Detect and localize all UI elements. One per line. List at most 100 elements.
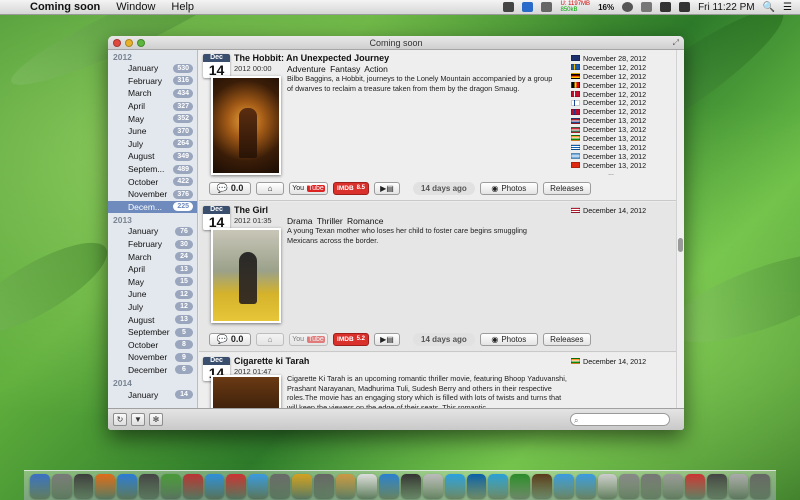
- releases-button[interactable]: Releases: [542, 181, 591, 195]
- trailer-button[interactable]: ▶▤: [374, 332, 400, 346]
- dock-app-icon[interactable]: [466, 474, 487, 498]
- sidebar-month-item[interactable]: April 327: [108, 100, 197, 113]
- dock-app-icon[interactable]: [641, 474, 662, 498]
- rating-button[interactable]: 💬 0.0: [209, 181, 251, 195]
- dock-app-icon[interactable]: [139, 474, 159, 498]
- movie-title[interactable]: Cigarette ki Tarah: [234, 356, 309, 366]
- releases-button[interactable]: Releases: [542, 332, 591, 346]
- dock-app-icon[interactable]: [553, 474, 574, 498]
- dock-app-icon[interactable]: [160, 474, 181, 498]
- movie-poster[interactable]: [211, 76, 281, 175]
- sidebar-month-item[interactable]: January 530: [108, 62, 197, 75]
- dock-app-icon[interactable]: [95, 474, 116, 498]
- dock-app-icon[interactable]: [226, 474, 247, 498]
- trailer-button[interactable]: ▶▤: [374, 181, 400, 195]
- imdb-button[interactable]: IMDB 8.5: [333, 181, 369, 195]
- evernote-tray-icon[interactable]: [503, 2, 515, 12]
- dock-app-icon[interactable]: [379, 474, 400, 498]
- dock-app-icon[interactable]: [248, 474, 269, 498]
- sidebar-month-item[interactable]: January 76: [108, 225, 197, 238]
- sidebar-month-item[interactable]: July 12: [108, 301, 197, 314]
- imdb-button[interactable]: IMDB 5.2: [333, 332, 369, 346]
- dock-app-icon[interactable]: [30, 474, 50, 498]
- movie-row[interactable]: Dec 14 The Girl 2012 01:35 Drama Thrille…: [199, 202, 676, 352]
- spotlight-icon[interactable]: 🔍: [763, 2, 775, 13]
- sidebar-month-item[interactable]: October 8: [108, 338, 197, 351]
- dock-app-icon[interactable]: [182, 474, 203, 498]
- sidebar-month-item[interactable]: Decem... 225: [108, 200, 197, 214]
- sidebar-month-item[interactable]: October 422: [108, 175, 197, 188]
- sidebar-month-item[interactable]: March 434: [108, 87, 197, 100]
- dock-app-icon[interactable]: [597, 474, 618, 498]
- rating-button[interactable]: 💬 0.0: [209, 332, 251, 346]
- photos-button[interactable]: ◉ Photos: [479, 181, 538, 195]
- sidebar-month-item[interactable]: April 13: [108, 263, 197, 276]
- dock-app-icon[interactable]: [73, 474, 94, 498]
- search-field[interactable]: ⌕: [570, 413, 670, 426]
- dock-app-icon[interactable]: [728, 474, 749, 498]
- dock-app-icon[interactable]: [51, 474, 72, 498]
- dropbox-tray-icon[interactable]: [522, 2, 534, 12]
- dock-app-icon[interactable]: [750, 474, 771, 498]
- menu-window[interactable]: Window: [108, 1, 163, 13]
- bluetooth-icon[interactable]: [641, 2, 653, 12]
- sidebar-month-item[interactable]: June 370: [108, 125, 197, 138]
- dock-app-icon[interactable]: [575, 474, 596, 498]
- chat-tray-icon[interactable]: [541, 2, 553, 12]
- movie-title[interactable]: The Girl: [234, 205, 268, 215]
- dock-app-icon[interactable]: [401, 474, 421, 498]
- dock-app-icon[interactable]: [291, 474, 312, 498]
- sidebar-month-item[interactable]: November 376: [108, 188, 197, 201]
- time-machine-icon[interactable]: [622, 2, 634, 12]
- photos-button[interactable]: ◉ Photos: [479, 332, 538, 346]
- movie-row[interactable]: Dec 14 The Hobbit: An Unexpected Journey…: [199, 50, 676, 201]
- wifi-icon[interactable]: [660, 2, 672, 12]
- sidebar-month-item[interactable]: Septem... 489: [108, 163, 197, 176]
- dock-app-icon[interactable]: [510, 474, 531, 498]
- home-button[interactable]: ⌂: [256, 332, 284, 346]
- fullscreen-icon[interactable]: ⤢: [673, 38, 679, 48]
- home-button[interactable]: ⌂: [256, 181, 284, 195]
- sidebar-month-item[interactable]: August 349: [108, 150, 197, 163]
- sidebar-month-item[interactable]: June 12: [108, 288, 197, 301]
- sidebar-month-item[interactable]: May 352: [108, 112, 197, 125]
- youtube-button[interactable]: You Tube: [289, 332, 328, 346]
- dock-app-icon[interactable]: [488, 474, 509, 498]
- dock-app-icon[interactable]: [204, 474, 225, 498]
- dock-app-icon[interactable]: [619, 474, 640, 498]
- movie-row[interactable]: Dec 14 Cigarette ki Tarah 2012 01:47 Cig…: [199, 353, 676, 408]
- sidebar-month-item[interactable]: December 6: [108, 364, 197, 377]
- sidebar-month-item[interactable]: January 14: [108, 388, 197, 401]
- scroll-thumb[interactable]: [678, 238, 683, 252]
- dock-app-icon[interactable]: [706, 474, 727, 498]
- sidebar-month-item[interactable]: July 264: [108, 138, 197, 151]
- app-menu[interactable]: Coming soon: [22, 1, 108, 13]
- movie-poster[interactable]: [211, 228, 281, 323]
- movie-poster[interactable]: [211, 375, 281, 408]
- sidebar-month-item[interactable]: February 316: [108, 75, 197, 88]
- sidebar-month-item[interactable]: March 24: [108, 250, 197, 263]
- window-titlebar[interactable]: Coming soon ⤢: [108, 36, 684, 50]
- menu-help[interactable]: Help: [163, 1, 202, 13]
- sidebar-month-item[interactable]: November 9: [108, 351, 197, 364]
- refresh-button[interactable]: ↻: [113, 413, 127, 426]
- dock-app-icon[interactable]: [117, 474, 138, 498]
- battery-percent[interactable]: 16%: [598, 3, 614, 12]
- vertical-scrollbar[interactable]: [676, 50, 684, 408]
- sidebar-month-item[interactable]: August 13: [108, 313, 197, 326]
- sidebar-month-item[interactable]: May 15: [108, 276, 197, 289]
- dock-app-icon[interactable]: [357, 474, 378, 498]
- sidebar-month-item[interactable]: February 30: [108, 238, 197, 251]
- dock-app-icon[interactable]: [422, 474, 443, 498]
- clock[interactable]: Fri 11:22 PM: [698, 2, 755, 13]
- notification-center-icon[interactable]: ☰: [783, 2, 792, 13]
- youtube-button[interactable]: You Tube: [289, 181, 328, 195]
- dock-app-icon[interactable]: [313, 474, 334, 498]
- dock-app-icon[interactable]: [663, 474, 683, 498]
- movie-title[interactable]: The Hobbit: An Unexpected Journey: [234, 53, 389, 63]
- sidebar-month-item[interactable]: September 5: [108, 326, 197, 339]
- dock-app-icon[interactable]: [684, 474, 705, 498]
- dock-app-icon[interactable]: [270, 474, 290, 498]
- dock-app-icon[interactable]: [444, 474, 465, 498]
- volume-icon[interactable]: [679, 2, 691, 12]
